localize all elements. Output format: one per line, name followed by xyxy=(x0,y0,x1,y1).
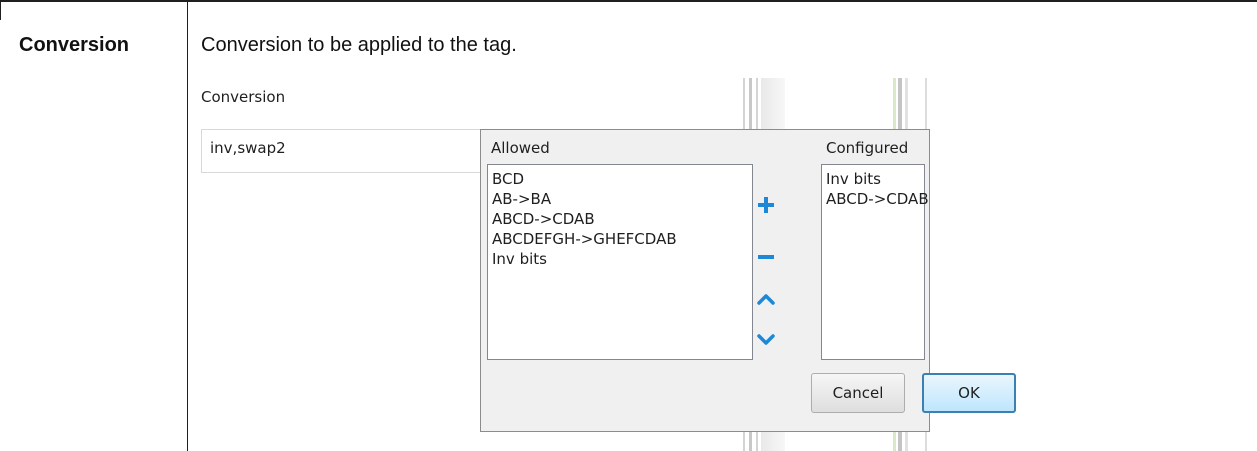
chevron-up-icon xyxy=(757,294,775,305)
list-item[interactable]: ABCD->CDAB xyxy=(826,189,929,209)
list-item[interactable]: BCD xyxy=(492,169,748,189)
ui-screenshot: Conversion inv,swap2 Allowed BCD AB->BA … xyxy=(188,70,948,451)
allowed-list[interactable]: BCD AB->BA ABCD->CDAB ABCDEFGH->GHEFCDAB… xyxy=(487,164,753,360)
list-item[interactable]: Inv bits xyxy=(492,249,748,269)
conversion-field-label: Conversion xyxy=(201,88,286,106)
term-label: Conversion xyxy=(19,34,130,56)
table-top-border xyxy=(0,0,1257,2)
configured-list-title: Configured xyxy=(826,139,909,157)
plus-icon xyxy=(758,197,774,213)
list-item[interactable]: ABCD->CDAB xyxy=(492,209,748,229)
move-up-button[interactable] xyxy=(753,286,779,312)
add-button[interactable] xyxy=(753,192,779,218)
remove-button[interactable] xyxy=(753,244,779,270)
table-left-border xyxy=(0,0,1,20)
conversion-dialog: Allowed BCD AB->BA ABCD->CDAB ABCDEFGH->… xyxy=(480,129,930,432)
allowed-list-title: Allowed xyxy=(491,139,550,157)
ok-button-wrap: OK xyxy=(922,373,1016,413)
list-item[interactable]: Inv bits xyxy=(826,169,920,189)
chevron-down-icon xyxy=(757,334,775,345)
move-down-button[interactable] xyxy=(753,327,779,353)
ok-button[interactable]: OK xyxy=(922,373,1016,413)
list-item[interactable]: AB->BA xyxy=(492,189,748,209)
term-description: Conversion to be applied to the tag. xyxy=(201,34,517,56)
list-item[interactable]: ABCDEFGH->GHEFCDAB xyxy=(492,229,748,249)
minus-icon xyxy=(758,255,774,259)
cancel-button[interactable]: Cancel xyxy=(811,373,905,413)
configured-list[interactable]: Inv bits ABCD->CDAB xyxy=(821,164,929,360)
conversion-input[interactable]: inv,swap2 xyxy=(201,129,503,173)
